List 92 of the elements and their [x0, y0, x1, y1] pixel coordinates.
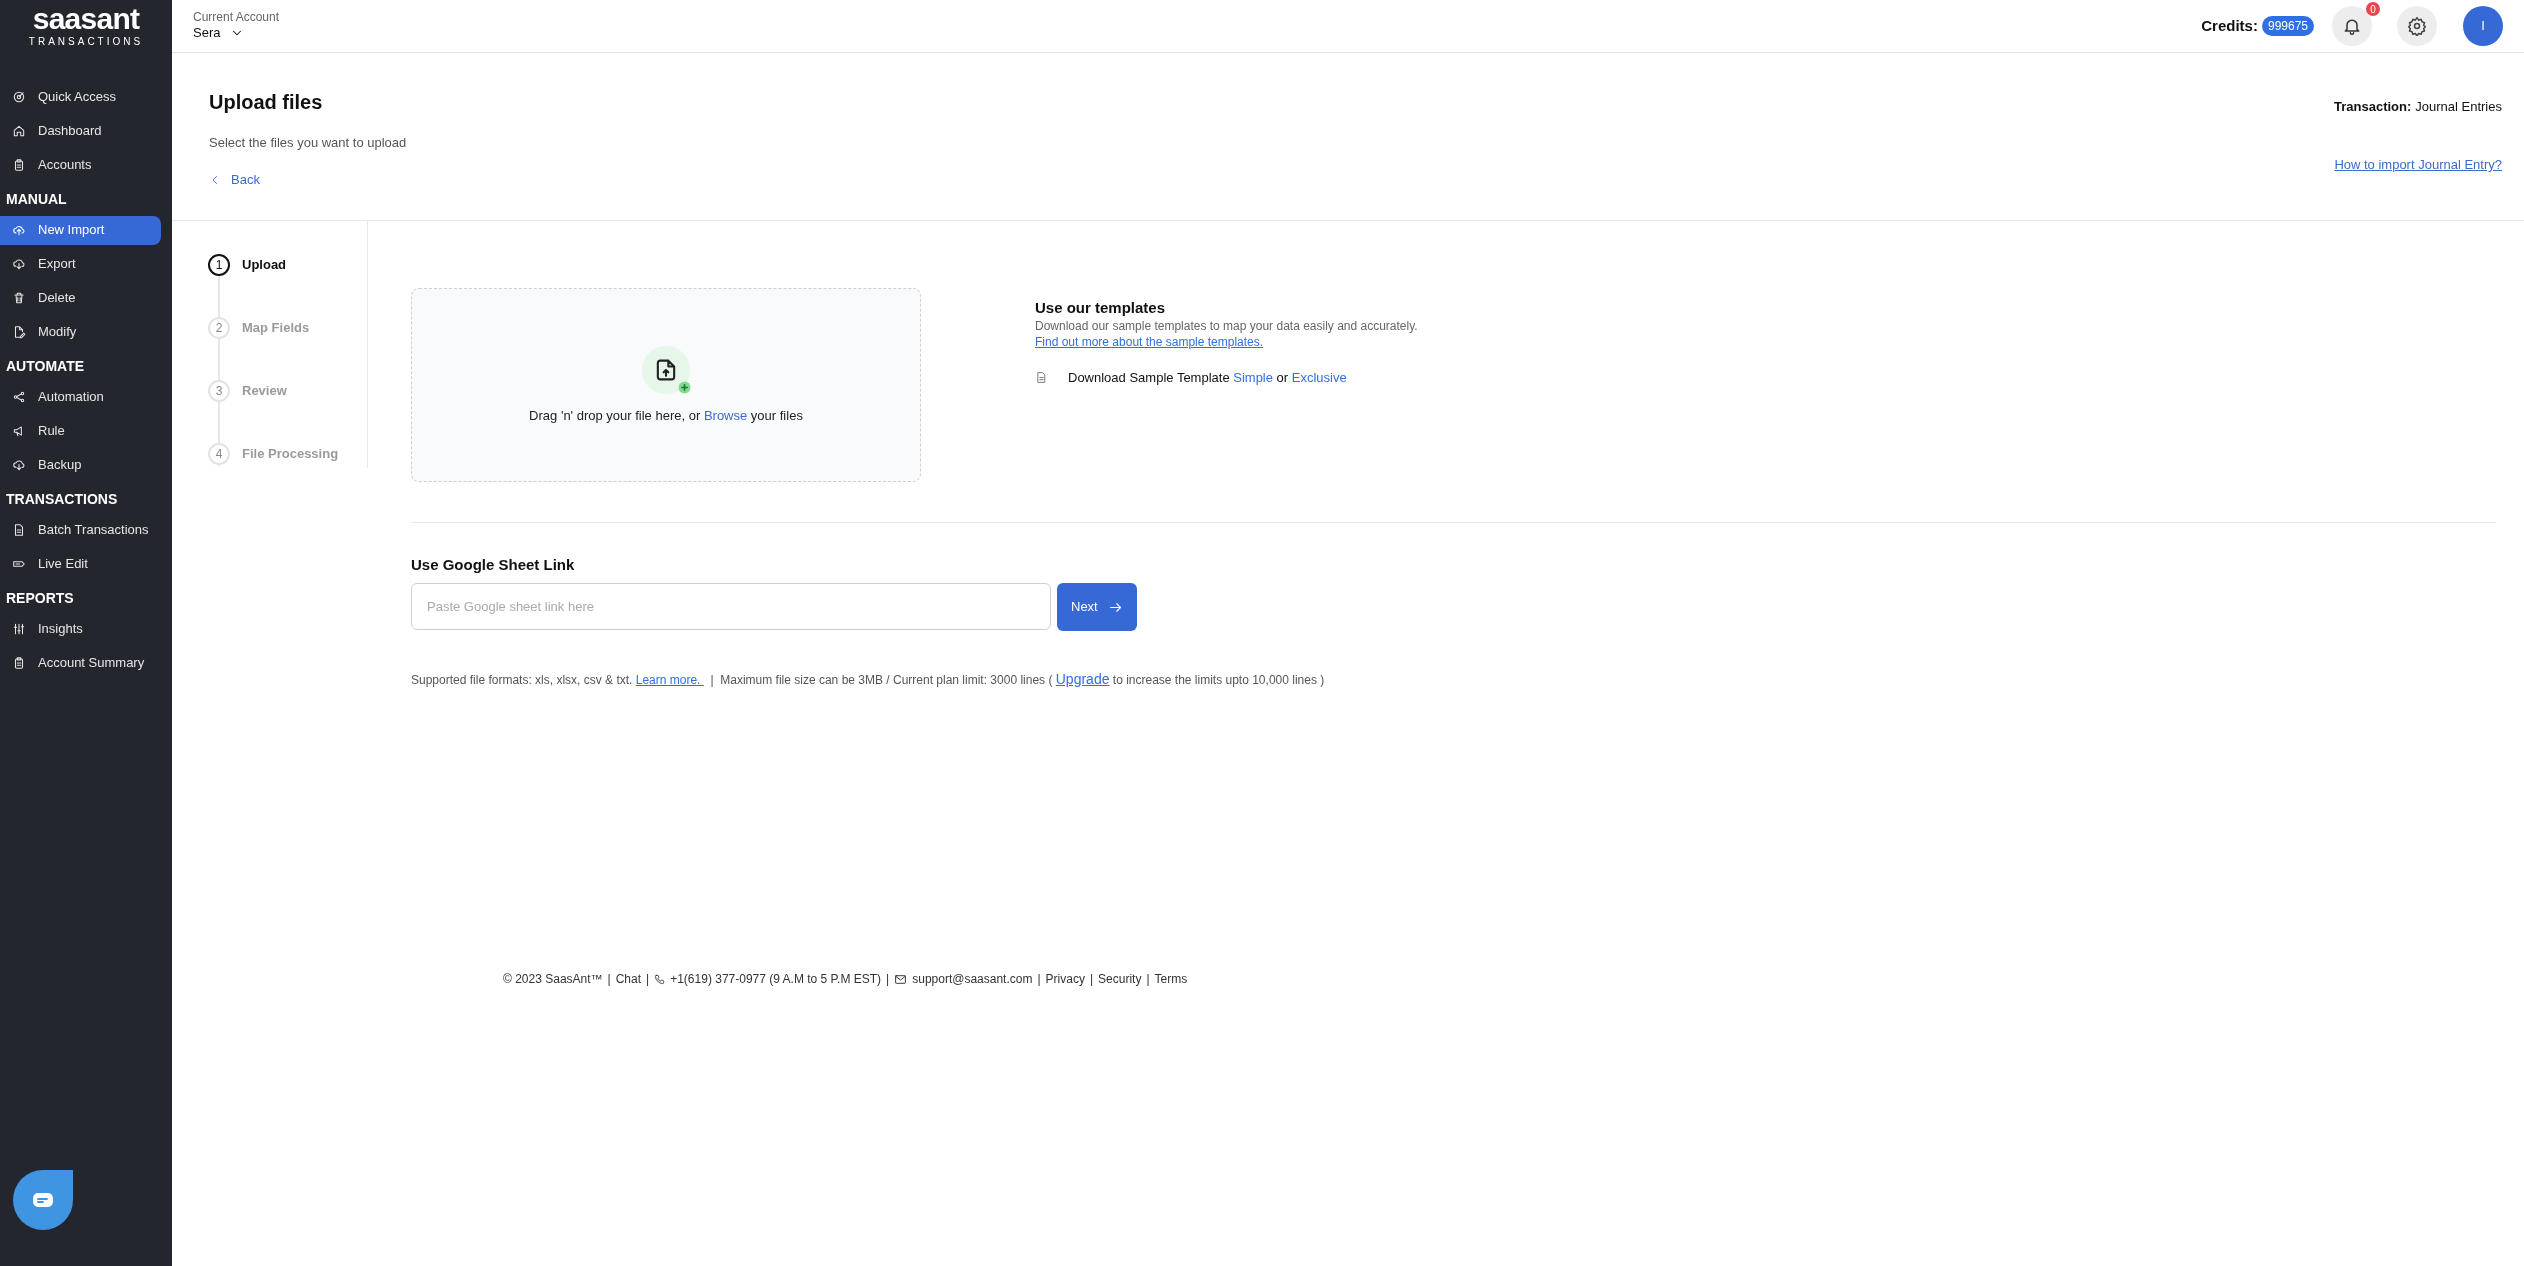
- document-icon: [1035, 371, 1048, 385]
- account-label: Current Account: [193, 10, 280, 24]
- footer-link[interactable]: +1(619) 377-0977 (9 A.M to 5 P.M EST): [670, 970, 882, 988]
- download-template-text: Download Sample Template Simple or Exclusive: [1068, 369, 1347, 387]
- plus-badge-icon: [678, 381, 691, 394]
- file-drop-zone[interactable]: Drag 'n' drop your file here, or Browse your files: [411, 288, 921, 482]
- credits-badge: 999675: [2261, 16, 2314, 36]
- sidebar-item[interactable]: Quick Access: [0, 82, 161, 112]
- target-icon: [12, 90, 26, 104]
- next-button[interactable]: Next: [1057, 583, 1137, 631]
- sidebar-item[interactable]: Account Summary: [0, 648, 161, 678]
- step-label: Upload: [242, 256, 287, 275]
- exclusive-template-link[interactable]: Exclusive: [1291, 370, 1347, 385]
- cloud-upload-icon: [12, 223, 26, 237]
- footer-separator: |: [1037, 971, 1041, 988]
- step-label: Review: [242, 382, 287, 401]
- footer-separator: |: [1146, 971, 1150, 988]
- step-number: 1: [208, 254, 230, 276]
- clipboard-icon: [12, 158, 26, 172]
- learn-more-link[interactable]: Learn more.: [635, 673, 704, 687]
- step[interactable]: 2 Map Fields: [208, 317, 367, 339]
- help-link[interactable]: How to import Journal Entry?: [2334, 155, 2502, 175]
- page-title: Upload files: [209, 90, 324, 115]
- step-label: Map Fields: [242, 319, 310, 338]
- chat-button[interactable]: [13, 1170, 73, 1230]
- sidebar-section-title: AUTOMATE: [5, 357, 86, 376]
- sidebar-item[interactable]: Rule: [0, 416, 161, 446]
- footer-link[interactable]: Privacy: [1045, 970, 1085, 988]
- sidebar-item[interactable]: Insights: [0, 614, 161, 644]
- sidebar-item[interactable]: Export: [0, 249, 161, 279]
- share-nodes-icon: [12, 390, 26, 404]
- sidebar-item[interactable]: Dashboard: [0, 116, 161, 146]
- phone-icon: [654, 973, 666, 985]
- notification-count: 0: [2366, 2, 2380, 16]
- step-label: File Processing: [242, 445, 339, 464]
- sidebar-item[interactable]: New Import: [0, 215, 161, 245]
- google-sheet-title: Use Google Sheet Link: [411, 555, 576, 575]
- supported-formats-note: Supported file formats: xls, xlsx, csv & txt. Learn more. | Maximum file size can be 3MB / Current plan limit: 3000 lines ( Upgrade to increase the limits upto 10,000 lines ): [411, 670, 1326, 689]
- document-icon: [12, 523, 26, 537]
- google-sheet-link-field[interactable]: Paste Google sheet link here: [411, 583, 1051, 630]
- sidebar-item[interactable]: Live Edit: [0, 549, 161, 579]
- sidebar-section-title: TRANSACTIONS: [5, 490, 119, 509]
- trash-icon: [12, 291, 26, 305]
- drop-instructions: Drag 'n' drop your file here, or Browse your files: [529, 407, 803, 425]
- sidebar-section-title: REPORTS: [5, 589, 75, 608]
- step-number: 2: [208, 317, 230, 339]
- upgrade-link[interactable]: Upgrade: [1055, 671, 1110, 687]
- templates-info-link[interactable]: Find out more about the sample templates.: [1035, 334, 1264, 350]
- footer-link[interactable]: © 2023 SaasAnt™: [503, 970, 603, 988]
- sidebar-item[interactable]: Delete: [0, 283, 161, 313]
- back-link[interactable]: Back: [209, 170, 260, 190]
- sidebar-item[interactable]: Automation: [0, 382, 161, 412]
- footer-link[interactable]: Chat: [615, 970, 642, 988]
- footer-separator: |: [646, 971, 650, 988]
- step-number: 4: [208, 443, 230, 465]
- templates-description: Download our sample templates to map your data easily and accurately.: [1035, 318, 1418, 334]
- home-icon: [12, 124, 26, 138]
- document-edit-icon: [12, 325, 26, 339]
- step-number: 3: [208, 380, 230, 402]
- footer-separator: |: [607, 971, 611, 988]
- settings-button[interactable]: [2397, 6, 2437, 46]
- notifications-button[interactable]: [2332, 6, 2372, 46]
- templates-title: Use our templates: [1035, 298, 1167, 318]
- footer-link[interactable]: Terms: [1154, 970, 1188, 988]
- logo-wordmark: saasant: [32, 2, 140, 36]
- page-subtitle: Select the files you want to upload: [209, 134, 408, 152]
- sliders-icon: [12, 622, 26, 636]
- footer-separator: |: [886, 971, 890, 988]
- step[interactable]: 1 Upload: [208, 254, 367, 276]
- avatar-button[interactable]: I: [2463, 6, 2503, 46]
- transaction-label: Transaction:: [2334, 98, 2412, 116]
- transaction-type: Journal Entries: [2415, 98, 2502, 116]
- clipboard-icon: [12, 656, 26, 670]
- step[interactable]: 4 File Processing: [208, 443, 367, 465]
- footer-separator: |: [1089, 971, 1094, 988]
- sidebar-item[interactable]: Modify: [0, 317, 161, 347]
- settings-icon: [2407, 16, 2427, 36]
- sidebar-item[interactable]: Batch Transactions: [0, 515, 161, 545]
- browse-link[interactable]: Browse: [703, 408, 748, 423]
- cloud-download-icon: [12, 458, 26, 472]
- account-selector[interactable]: Sera: [193, 24, 280, 42]
- mail-icon: [894, 972, 908, 986]
- footer-link[interactable]: support@saasant.com: [912, 970, 1033, 988]
- step[interactable]: 3 Review: [208, 380, 367, 402]
- sidebar-item[interactable]: Accounts: [0, 150, 161, 180]
- cloud-download-icon: [12, 257, 26, 271]
- credits-label: Credits:: [2201, 15, 2258, 36]
- sidebar-section-title: MANUAL: [5, 190, 68, 209]
- logo-tagline: TRANSACTIONS: [28, 36, 144, 48]
- simple-template-link[interactable]: Simple: [1233, 370, 1273, 385]
- sidebar-item[interactable]: Backup: [0, 450, 161, 480]
- footer-link[interactable]: Security: [1098, 970, 1142, 988]
